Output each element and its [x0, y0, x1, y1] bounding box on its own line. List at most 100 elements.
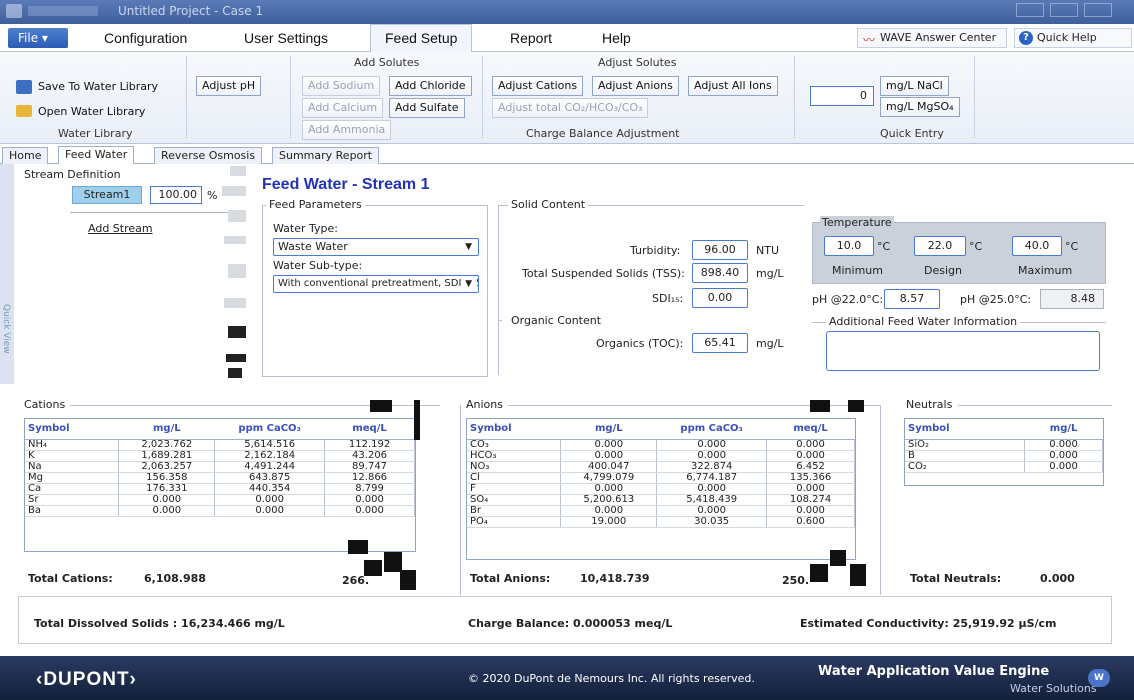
tab-home[interactable]: Home — [2, 147, 49, 164]
menu-tab-user-settings[interactable]: User Settings — [244, 30, 328, 46]
ion-value-cell[interactable]: 1,689.281 — [118, 450, 216, 462]
ion-value-cell[interactable]: 0.000 — [324, 505, 415, 517]
menu-tab-feed-setup[interactable]: Feed Setup — [370, 24, 473, 53]
ion-value-cell[interactable]: 0.000 — [766, 450, 855, 462]
additional-info-textarea[interactable] — [826, 331, 1100, 371]
ion-value-cell[interactable]: 5,200.613 — [560, 494, 658, 506]
ion-value-cell[interactable]: 0.000 — [118, 494, 216, 506]
ion-value-cell[interactable]: 2,162.184 — [214, 450, 326, 462]
ion-symbol-cell[interactable]: Mg — [25, 472, 120, 484]
ion-value-cell[interactable]: 5,614.516 — [214, 439, 326, 451]
quick-view-panel[interactable]: Quick View — [0, 164, 14, 384]
add-sulfate-button[interactable]: Add Sulfate — [389, 98, 465, 118]
ion-symbol-cell[interactable]: NH₄ — [25, 439, 120, 451]
save-to-library-button[interactable]: Save To Water Library — [38, 80, 158, 93]
tab-summary-report[interactable]: Summary Report — [272, 147, 380, 164]
tab-reverse-osmosis[interactable]: Reverse Osmosis — [154, 147, 263, 164]
ion-value-cell[interactable]: 0.000 — [560, 483, 658, 495]
tss-input[interactable]: 898.40 — [692, 263, 748, 283]
add-sodium-button[interactable]: Add Sodium — [302, 76, 381, 96]
add-stream-link[interactable]: Add Stream — [88, 222, 153, 235]
ion-symbol-cell[interactable]: Sr — [25, 494, 120, 506]
ion-symbol-cell[interactable]: Ca — [25, 483, 120, 495]
quick-help-button[interactable]: ? Quick Help — [1014, 28, 1132, 48]
ph-design-input[interactable]: 8.57 — [884, 289, 940, 309]
ion-value-cell[interactable]: 19.000 — [560, 516, 658, 528]
ion-value-cell[interactable]: 176.331 — [118, 483, 216, 495]
ion-symbol-cell[interactable]: CO₃ — [467, 439, 562, 451]
menu-tab-report[interactable]: Report — [510, 30, 552, 46]
ion-value-cell[interactable]: 156.358 — [118, 472, 216, 484]
ion-value-cell[interactable]: 0.000 — [766, 483, 855, 495]
menu-tab-configuration[interactable]: Configuration — [104, 30, 187, 46]
ion-symbol-cell[interactable]: Ba — [25, 505, 120, 517]
ion-value-cell[interactable]: 322.874 — [656, 461, 768, 473]
ion-value-cell[interactable]: 4,799.079 — [560, 472, 658, 484]
ion-value-cell[interactable]: 0.000 — [656, 483, 768, 495]
ion-value-cell[interactable]: 0.000 — [766, 505, 855, 517]
ion-symbol-cell[interactable]: NO₃ — [467, 461, 562, 473]
ion-value-cell[interactable]: 0.000 — [118, 505, 216, 517]
mgl-mgso4-button[interactable]: mg/L MgSO₄ — [880, 97, 960, 117]
ion-value-cell[interactable]: 643.875 — [214, 472, 326, 484]
ion-value-cell[interactable]: 0.000 — [656, 450, 768, 462]
ion-symbol-cell[interactable]: Na — [25, 461, 120, 473]
temp-min-input[interactable]: 10.0 — [824, 236, 874, 256]
maximize-button[interactable] — [1050, 3, 1078, 17]
add-ammonia-button[interactable]: Add Ammonia — [302, 120, 392, 140]
quick-entry-input[interactable]: 0 — [810, 86, 874, 106]
ion-value-cell[interactable]: 0.000 — [214, 505, 326, 517]
mgl-nacl-button[interactable]: mg/L NaCl — [880, 76, 949, 96]
ion-symbol-cell[interactable]: SO₄ — [467, 494, 562, 506]
ion-value-cell[interactable]: 12.866 — [324, 472, 415, 484]
tab-feed-water[interactable]: Feed Water — [58, 146, 135, 164]
answer-center-button[interactable]: 〰 WAVE Answer Center — [857, 28, 1007, 48]
ion-symbol-cell[interactable]: K — [25, 450, 120, 462]
ion-value-cell[interactable]: 0.000 — [656, 505, 768, 517]
ion-value-cell[interactable]: 43.206 — [324, 450, 415, 462]
ion-value-cell[interactable]: 2,063.257 — [118, 461, 216, 473]
ion-value-cell[interactable]: 112.192 — [324, 439, 415, 451]
temp-design-input[interactable]: 22.0 — [914, 236, 966, 256]
ion-value-cell[interactable]: 0.000 — [560, 505, 658, 517]
ion-symbol-cell[interactable]: CO₂ — [905, 461, 1026, 473]
ion-value-cell[interactable]: 0.000 — [214, 494, 326, 506]
ion-value-cell[interactable]: 30.035 — [656, 516, 768, 528]
water-subtype-select[interactable]: With conventional pretreatment, SDI < 5 ▼ — [273, 275, 479, 293]
ion-symbol-cell[interactable]: B — [905, 450, 1026, 462]
stream-button[interactable]: Stream1 — [72, 186, 142, 204]
ion-value-cell[interactable]: 108.274 — [766, 494, 855, 506]
adjust-cations-button[interactable]: Adjust Cations — [492, 76, 584, 96]
ion-value-cell[interactable]: 0.000 — [324, 494, 415, 506]
adjust-all-ions-button[interactable]: Adjust All Ions — [688, 76, 778, 96]
temp-max-input[interactable]: 40.0 — [1012, 236, 1062, 256]
ion-value-cell[interactable]: 0.000 — [656, 439, 768, 451]
minimize-button[interactable] — [1016, 3, 1044, 17]
open-library-button[interactable]: Open Water Library — [38, 105, 145, 118]
ion-symbol-cell[interactable]: HCO₃ — [467, 450, 562, 462]
ion-value-cell[interactable]: 2,023.762 — [118, 439, 216, 451]
ion-value-cell[interactable]: 0.000 — [560, 450, 658, 462]
turbidity-input[interactable]: 96.00 — [692, 240, 748, 260]
ion-value-cell[interactable]: 440.354 — [214, 483, 326, 495]
add-chloride-button[interactable]: Add Chloride — [389, 76, 472, 96]
toc-input[interactable]: 65.41 — [692, 333, 748, 353]
stream-percent-input[interactable]: 100.00 — [150, 186, 202, 204]
ion-symbol-cell[interactable]: Cl — [467, 472, 562, 484]
ion-value-cell[interactable]: 400.047 — [560, 461, 658, 473]
ion-value-cell[interactable]: 135.366 — [766, 472, 855, 484]
adjust-ph-button[interactable]: Adjust pH — [196, 76, 262, 96]
ion-symbol-cell[interactable]: SiO₂ — [905, 439, 1026, 451]
menu-tab-help[interactable]: Help — [602, 30, 631, 46]
ion-value-cell[interactable]: 0.000 — [1024, 461, 1103, 473]
ion-value-cell[interactable]: 8.799 — [324, 483, 415, 495]
ion-symbol-cell[interactable]: PO₄ — [467, 516, 562, 528]
window-controls[interactable] — [1010, 3, 1120, 19]
ion-value-cell[interactable]: 89.747 — [324, 461, 415, 473]
adjust-total-co2-button[interactable]: Adjust total CO₂/HCO₃/CO₃ — [492, 98, 649, 118]
close-button[interactable] — [1084, 3, 1112, 17]
water-type-select[interactable]: Waste Water ▼ — [273, 238, 479, 256]
ion-symbol-cell[interactable]: F — [467, 483, 562, 495]
ion-value-cell[interactable]: 5,418.439 — [656, 494, 768, 506]
ion-value-cell[interactable]: 4,491.244 — [214, 461, 326, 473]
